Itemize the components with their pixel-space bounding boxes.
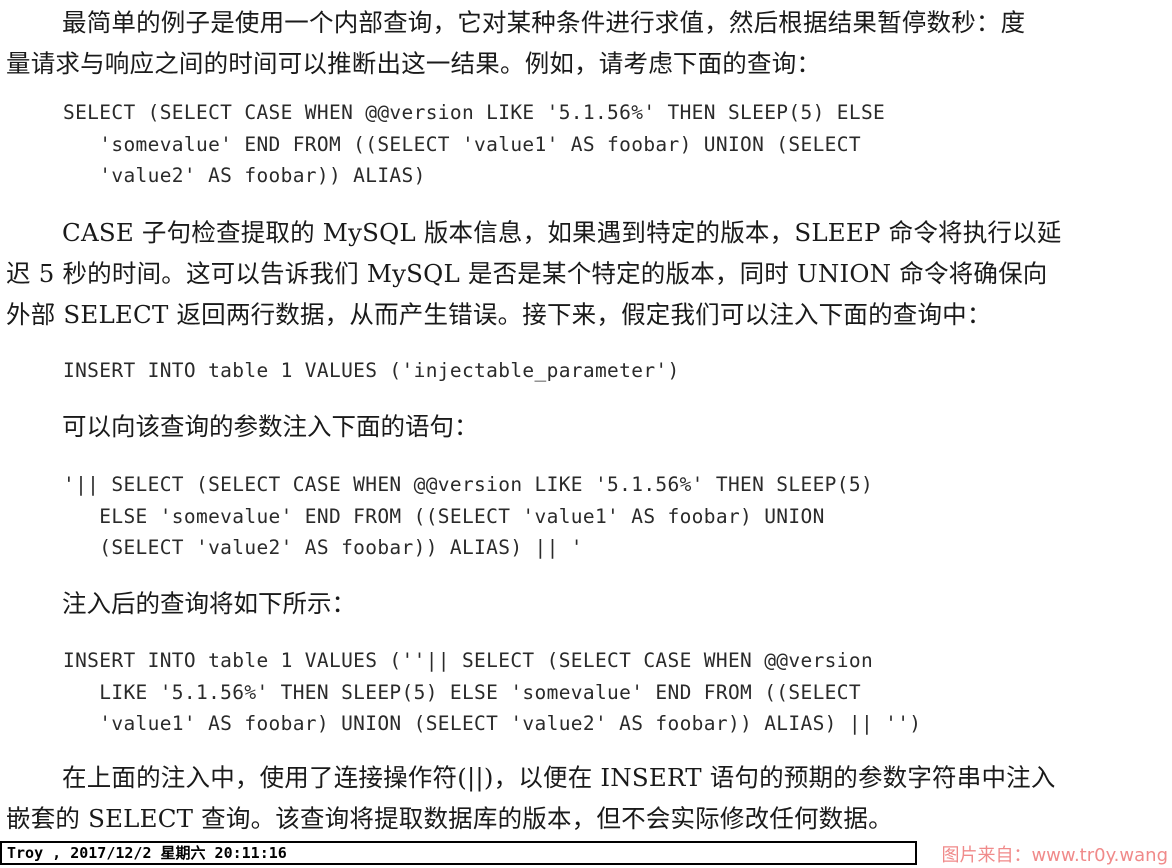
paragraph-conclusion-line-2: 嵌套的 SELECT 查询。该查询将提取数据库的版本，但不会实际修改任何数据。: [6, 804, 893, 833]
capture-footer: Troy , 2017/12/2 星期六 20:11:16 图片来自：www.t…: [0, 841, 1172, 868]
paragraph-case-line-2: 迟 5 秒的时间。这可以告诉我们 MySQL 是否是某个特定的版本，同时 UNI…: [6, 259, 1048, 288]
paragraph-intro: 最简单的例子是使用一个内部查询，它对某种条件进行求值，然后根据结果暂停数秒：度 …: [6, 2, 1166, 84]
code-block-injection-payload: '|| SELECT (SELECT CASE WHEN @@version L…: [63, 473, 874, 559]
code-block-injected-query: INSERT INTO table 1 VALUES (''|| SELECT …: [63, 649, 922, 735]
source-watermark: 图片来自：www.tr0y.wang: [941, 845, 1168, 866]
paragraph-inject-statement: 可以向该查询的参数注入下面的语句：: [62, 412, 479, 441]
paragraph-case-line-3: 外部 SELECT 返回两行数据，从而产生错误。接下来，假定我们可以注入下面的查…: [6, 300, 992, 329]
paragraph-conclusion-line-1: 在上面的注入中，使用了连接操作符(||)，以便在 INSERT 语句的预期的参数…: [62, 763, 1056, 792]
capture-timestamp: Troy , 2017/12/2 星期六 20:11:16: [0, 841, 917, 865]
paragraph-case-explanation: CASE 子句检查提取的 MySQL 版本信息，如果遇到特定的版本，SLEEP …: [6, 212, 1166, 335]
paragraph-intro-line-1: 最简单的例子是使用一个内部查询，它对某种条件进行求值，然后根据结果暂停数秒：度: [62, 8, 1026, 37]
code-block-sleep-query: SELECT (SELECT CASE WHEN @@version LIKE …: [63, 101, 886, 187]
document-page: 最简单的例子是使用一个内部查询，它对某种条件进行求值，然后根据结果暂停数秒：度 …: [0, 0, 1172, 840]
paragraph-result-intro: 注入后的查询将如下所示：: [62, 589, 356, 618]
paragraph-conclusion: 在上面的注入中，使用了连接操作符(||)，以便在 INSERT 语句的预期的参数…: [6, 757, 1166, 839]
paragraph-intro-line-2: 量请求与响应之间的时间可以推断出这一结果。例如，请考虑下面的查询：: [6, 49, 822, 78]
paragraph-case-line-1: CASE 子句检查提取的 MySQL 版本信息，如果遇到特定的版本，SLEEP …: [62, 218, 1062, 247]
code-block-insert-query: INSERT INTO table 1 VALUES ('injectable_…: [63, 359, 680, 382]
